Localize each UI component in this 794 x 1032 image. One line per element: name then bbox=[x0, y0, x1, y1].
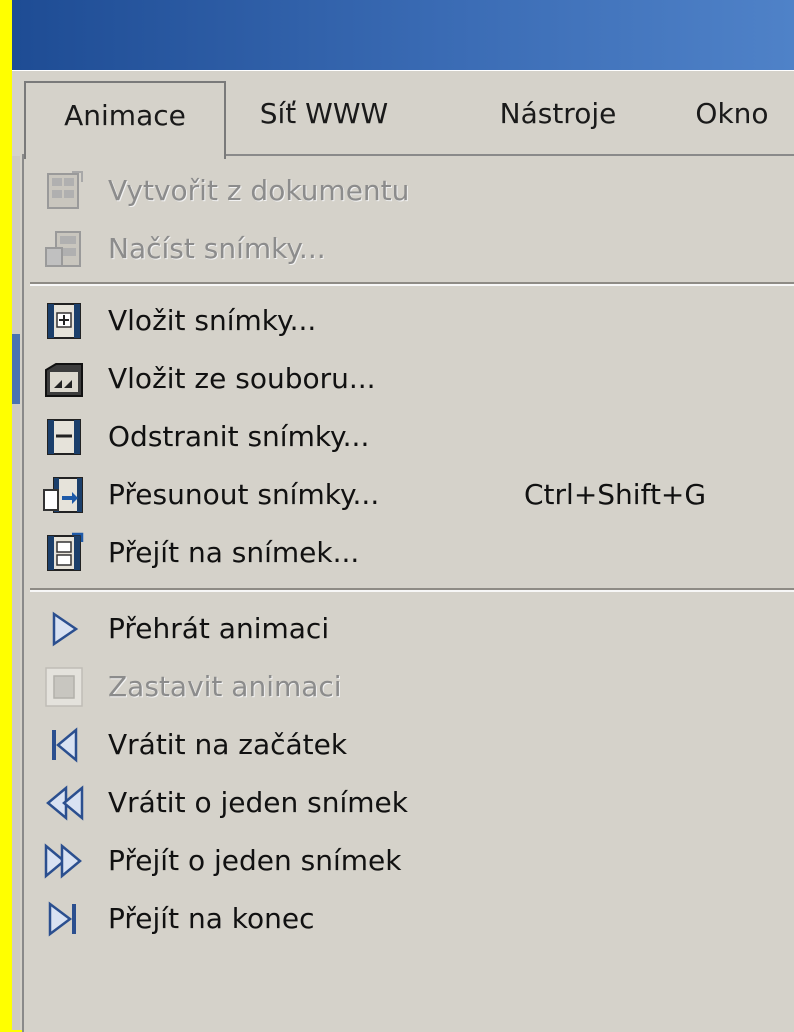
menu-item-rewind-to-start[interactable]: Vrátit na začátek bbox=[24, 716, 794, 774]
menu-item-insert-from-file[interactable]: Vložit ze souboru... bbox=[24, 350, 794, 408]
menu-item-load-frames[interactable]: Načíst snímky... bbox=[24, 220, 794, 278]
window-left-edge bbox=[12, 156, 20, 1030]
go-to-frame-icon bbox=[47, 532, 84, 571]
window-left-edge-highlight bbox=[12, 334, 20, 404]
menu-sit-www[interactable]: Síť WWW bbox=[234, 81, 414, 147]
menu-item-label: Přejít o jeden snímek bbox=[108, 844, 402, 877]
menu-item-create-from-document[interactable]: Vytvořit z dokumentu bbox=[24, 162, 794, 220]
rewind-to-start-icon bbox=[52, 727, 78, 763]
menu-separator bbox=[30, 282, 794, 286]
delete-frames-icon bbox=[47, 419, 81, 455]
go-to-end-icon bbox=[48, 901, 76, 937]
menu-item-label: Přesunout snímky... bbox=[108, 478, 380, 511]
menu-item-label: Vložit snímky... bbox=[108, 304, 317, 337]
menu-item-go-to-end[interactable]: Přejít na konec bbox=[24, 890, 794, 948]
menu-nastroje[interactable]: Nástroje bbox=[474, 81, 642, 147]
create-from-document-icon bbox=[47, 171, 83, 209]
menu-animace[interactable]: Animace bbox=[24, 81, 226, 159]
load-frames-icon bbox=[45, 231, 81, 267]
menu-item-label: Zastavit animaci bbox=[108, 670, 342, 703]
insert-from-file-icon bbox=[45, 363, 83, 397]
menu-item-go-to-frame[interactable]: Přejít na snímek... bbox=[24, 524, 794, 582]
menu-item-stop-animation[interactable]: Zastavit animaci bbox=[24, 658, 794, 716]
menu-item-label: Vytvořit z dokumentu bbox=[108, 174, 410, 207]
stop-icon bbox=[45, 667, 83, 707]
menu-item-delete-frames[interactable]: Odstranit snímky... bbox=[24, 408, 794, 466]
menu-separator bbox=[30, 588, 794, 592]
menu-item-label: Vložit ze souboru... bbox=[108, 362, 376, 395]
menu-item-label: Přejít na snímek... bbox=[108, 536, 360, 569]
step-forward-icon bbox=[44, 843, 82, 879]
menu-okno[interactable]: Okno bbox=[672, 81, 792, 147]
menu-item-label: Přehrát animaci bbox=[108, 612, 330, 645]
move-frames-icon bbox=[43, 477, 83, 513]
menu-item-label: Přejít na konec bbox=[108, 902, 315, 935]
window-title-bar bbox=[12, 0, 794, 70]
step-back-icon bbox=[46, 785, 84, 821]
menu-item-label: Vrátit o jeden snímek bbox=[108, 786, 408, 819]
menu-bar: Animace Síť WWW Nástroje Okno bbox=[12, 70, 794, 159]
menu-item-step-back[interactable]: Vrátit o jeden snímek bbox=[24, 774, 794, 832]
menu-item-play-animation[interactable]: Přehrát animaci bbox=[24, 600, 794, 658]
menu-item-insert-frames[interactable]: Vložit snímky... bbox=[24, 292, 794, 350]
menu-item-step-forward[interactable]: Přejít o jeden snímek bbox=[24, 832, 794, 890]
menu-item-move-frames[interactable]: Přesunout snímky... Ctrl+Shift+G bbox=[24, 466, 794, 524]
animace-dropdown-menu: Vytvořit z dokumentu Načíst snímky... Vl… bbox=[22, 154, 794, 1032]
application-window: Animace Síť WWW Nástroje Okno Vytvořit z… bbox=[12, 70, 794, 1032]
menu-item-label: Vrátit na začátek bbox=[108, 728, 348, 761]
play-icon bbox=[52, 611, 79, 647]
insert-frames-icon bbox=[47, 303, 81, 339]
menu-item-label: Odstranit snímky... bbox=[108, 420, 370, 453]
menu-item-shortcut: Ctrl+Shift+G bbox=[524, 478, 707, 511]
menu-item-label: Načíst snímky... bbox=[108, 232, 326, 265]
